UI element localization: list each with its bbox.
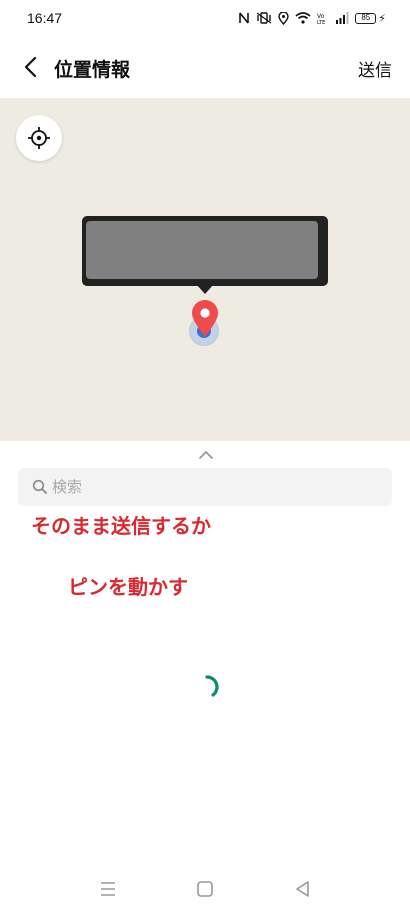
page-title: 位置情報 (54, 59, 131, 81)
charging-icon: ⚡ (378, 11, 386, 25)
back-button[interactable] (16, 52, 46, 82)
status-icons: Vo LTE 85 ⚡ (238, 9, 386, 27)
loading-spinner-icon (205, 675, 219, 697)
address-bubble-tail (196, 284, 214, 294)
battery-indicator: 85 ⚡ (355, 12, 386, 25)
home-icon[interactable] (193, 877, 217, 901)
battery-level: 85 (355, 12, 377, 24)
back-icon[interactable] (291, 877, 315, 901)
search-input[interactable] (52, 468, 382, 506)
volte-icon: VoLTE (317, 13, 325, 25)
location-icon (278, 11, 289, 25)
nfc-icon (239, 12, 250, 24)
map-pin-icon[interactable] (191, 300, 219, 338)
address-bubble[interactable] (82, 216, 328, 286)
chevron-left-icon (24, 56, 37, 78)
address-redacted (86, 221, 318, 279)
bottom-sheet: そのまま送信するか ピンを動かす (0, 441, 410, 871)
wifi-icon (295, 12, 311, 24)
svg-text:Vo: Vo (317, 13, 325, 20)
annotation-send-as-is: そのまま送信するか (31, 514, 211, 538)
chevron-up-icon[interactable] (198, 449, 214, 461)
my-location-button[interactable] (16, 115, 62, 161)
status-time: 16:47 (27, 10, 63, 26)
system-navbar (0, 871, 410, 912)
vibrate-icon (256, 12, 272, 24)
crosshair-icon (28, 127, 50, 149)
signal-icon (336, 12, 349, 24)
send-button[interactable]: 送信 (358, 56, 392, 81)
annotation-move-pin: ピンを動かす (68, 575, 188, 599)
map-view[interactable] (0, 98, 410, 441)
app-header: 位置情報 送信 (0, 36, 410, 98)
svg-text:LTE: LTE (317, 20, 325, 25)
search-box[interactable] (18, 468, 392, 506)
status-bar: 16:47 Vo LTE 85 ⚡ (0, 0, 410, 36)
search-icon (32, 479, 47, 494)
menu-icon[interactable] (96, 877, 120, 901)
